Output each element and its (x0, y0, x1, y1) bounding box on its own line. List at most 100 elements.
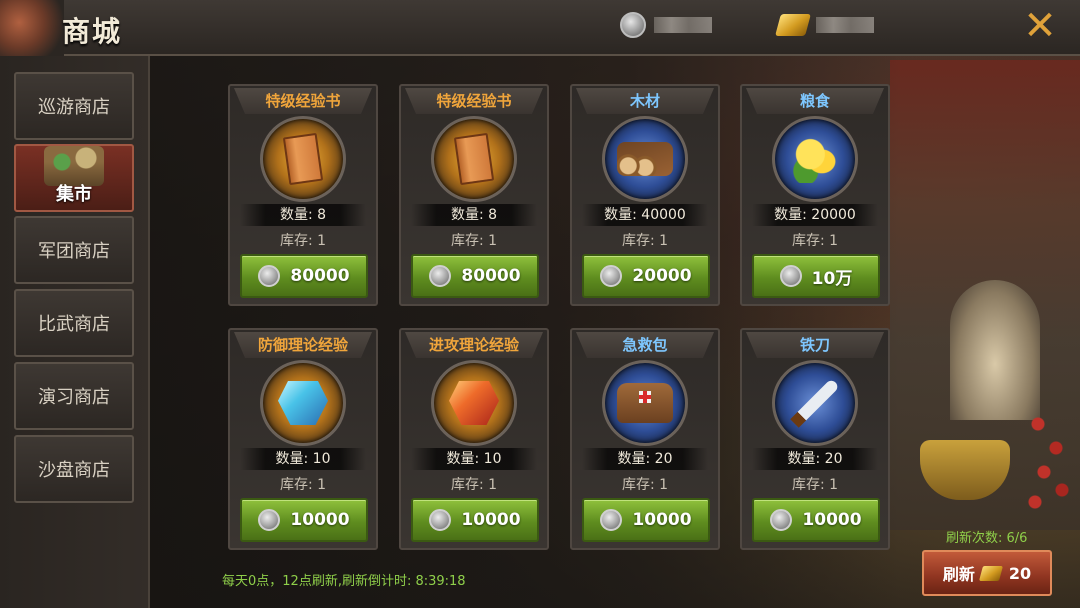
silver-coin-icon (429, 509, 452, 531)
refresh-label: 刷新 (942, 565, 975, 584)
silver-coin-icon (620, 12, 646, 38)
refresh-cost: 20 (1008, 563, 1032, 583)
silver-coin-icon (779, 265, 802, 287)
sidebar-item-tournament-shop[interactable]: 比武商店 (14, 289, 134, 357)
item-quantity: 数量: 8 (411, 204, 537, 226)
item-icon-frame (260, 360, 346, 446)
book-icon (453, 132, 495, 186)
book-icon (282, 132, 324, 186)
shop-item-card: 特级经验书 数量: 8 库存: 1 80000 (399, 84, 549, 306)
silver-coin-icon (600, 265, 623, 287)
close-icon: ✕ (1023, 3, 1057, 49)
page-title: 商城 (62, 15, 123, 48)
iron-knife-icon (790, 378, 840, 428)
item-quantity: 数量: 20 (752, 448, 878, 470)
silver-coin-icon (429, 265, 452, 287)
silver-coin-icon (258, 509, 281, 531)
silver-currency-display (620, 12, 712, 38)
buy-button[interactable]: 10000 (752, 498, 880, 542)
price-label: 10000 (290, 510, 350, 530)
close-button[interactable]: ✕ (1020, 6, 1060, 46)
item-quantity: 数量: 20000 (752, 204, 878, 226)
buy-button[interactable]: 20000 (582, 254, 710, 298)
item-stock: 库存: 1 (450, 233, 498, 249)
wood-logs-icon (617, 142, 673, 176)
price-label: 10000 (461, 510, 521, 530)
shop-item-card: 铁刀 数量: 20 库存: 1 10000 (740, 328, 890, 550)
gold-bar-icon (978, 565, 1003, 581)
item-quantity: 数量: 40000 (582, 204, 708, 226)
gold-amount-blurred (816, 17, 874, 33)
buy-button[interactable]: 10000 (582, 498, 710, 542)
item-stock: 库存: 1 (279, 233, 327, 249)
refresh-countdown: 每天0点，12点刷新,刷新倒计时: 8:39:18 (222, 574, 466, 589)
sidebar-item-label: 沙盘商店 (38, 460, 110, 481)
item-name: 粮食 (746, 88, 884, 114)
shop-item-card: 急救包 数量: 20 库存: 1 10000 (570, 328, 720, 550)
item-icon-frame (602, 116, 688, 202)
item-name: 木材 (576, 88, 714, 114)
sidebar-item-market[interactable]: 集市 (14, 144, 134, 212)
sidebar-item-label: 军团商店 (38, 241, 110, 262)
blue-gem-icon (278, 381, 328, 425)
buy-button[interactable]: 10000 (411, 498, 539, 542)
item-icon-frame (431, 116, 517, 202)
background-archway (950, 280, 1040, 420)
gold-bar-icon (775, 14, 811, 36)
shop-item-card: 特级经验书 数量: 8 库存: 1 80000 (228, 84, 378, 306)
top-bar: 商城 ✕ (0, 0, 1080, 56)
price-label: 20000 (632, 266, 692, 286)
item-name: 铁刀 (746, 332, 884, 358)
first-aid-bag-icon (617, 383, 673, 423)
shop-item-card: 粮食 数量: 20000 库存: 1 10万 (740, 84, 890, 306)
item-quantity: 数量: 10 (411, 448, 537, 470)
item-quantity: 数量: 8 (240, 204, 366, 226)
shop-item-card: 防御理论经验 数量: 10 库存: 1 10000 (228, 328, 378, 550)
item-quantity: 数量: 10 (240, 448, 366, 470)
price-label: 10万 (811, 268, 853, 289)
background-berries (1020, 400, 1080, 520)
shop-sidebar: 巡游商店 集市 军团商店 比武商店 演习商店 沙盘商店 (0, 56, 150, 608)
item-stock: 库存: 1 (279, 477, 327, 493)
sidebar-item-label: 演习商店 (38, 387, 110, 408)
buy-button[interactable]: 80000 (411, 254, 539, 298)
item-icon-frame (602, 360, 688, 446)
refresh-button[interactable]: 刷新 20 (922, 550, 1052, 596)
buy-button[interactable]: 80000 (240, 254, 368, 298)
price-label: 80000 (290, 266, 350, 286)
item-stock: 库存: 1 (791, 233, 839, 249)
item-name: 进攻理论经验 (405, 332, 543, 358)
item-name: 特级经验书 (234, 88, 372, 114)
gear-emblem-icon (0, 0, 64, 56)
silver-coin-icon (770, 509, 793, 531)
sidebar-item-legion-shop[interactable]: 军团商店 (14, 216, 134, 284)
shop-item-card: 木材 数量: 40000 库存: 1 20000 (570, 84, 720, 306)
item-stock: 库存: 1 (791, 477, 839, 493)
item-stock: 库存: 1 (450, 477, 498, 493)
item-stock: 库存: 1 (621, 233, 669, 249)
item-name: 特级经验书 (405, 88, 543, 114)
buy-button[interactable]: 10万 (752, 254, 880, 298)
sidebar-item-sandtable-shop[interactable]: 沙盘商店 (14, 435, 134, 503)
shop-item-card: 进攻理论经验 数量: 10 库存: 1 10000 (399, 328, 549, 550)
silver-amount-blurred (654, 17, 712, 33)
price-label: 10000 (632, 510, 692, 530)
price-label: 80000 (461, 266, 521, 286)
item-icon-frame (260, 116, 346, 202)
silver-coin-icon (600, 509, 623, 531)
refresh-count: 刷新次数: 6/6 (946, 531, 1028, 546)
item-icon-frame (431, 360, 517, 446)
sidebar-item-patrol-shop[interactable]: 巡游商店 (14, 72, 134, 140)
corn-icon (792, 135, 838, 183)
item-icon-frame (772, 360, 858, 446)
price-label: 10000 (802, 510, 862, 530)
item-quantity: 数量: 20 (582, 448, 708, 470)
item-name: 急救包 (576, 332, 714, 358)
silver-coin-icon (258, 265, 281, 287)
item-icon-frame (772, 116, 858, 202)
sidebar-item-label: 巡游商店 (38, 97, 110, 118)
buy-button[interactable]: 10000 (240, 498, 368, 542)
sidebar-item-label: 集市 (56, 184, 92, 205)
sidebar-item-drill-shop[interactable]: 演习商店 (14, 362, 134, 430)
red-gem-icon (449, 381, 499, 425)
